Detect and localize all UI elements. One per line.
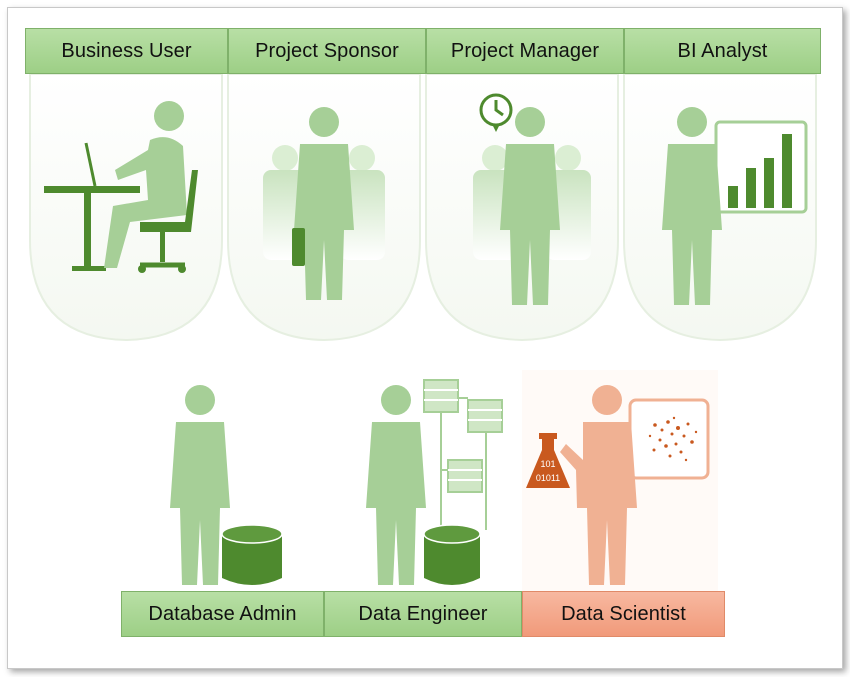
label-project-sponsor: Project Sponsor: [228, 28, 426, 74]
label-database-admin: Database Admin: [121, 591, 324, 637]
flask-text-line1: 101: [540, 459, 555, 469]
label-data-engineer: Data Engineer: [324, 591, 522, 637]
label-data-scientist: Data Scientist: [522, 591, 725, 637]
flask-text-line2: 01011: [536, 473, 560, 483]
label-project-manager: Project Manager: [426, 28, 624, 74]
roles-illustration: 101 01011: [29, 73, 817, 592]
label-bi-analyst: BI Analyst: [624, 28, 821, 74]
label-business-user: Business User: [25, 28, 228, 74]
